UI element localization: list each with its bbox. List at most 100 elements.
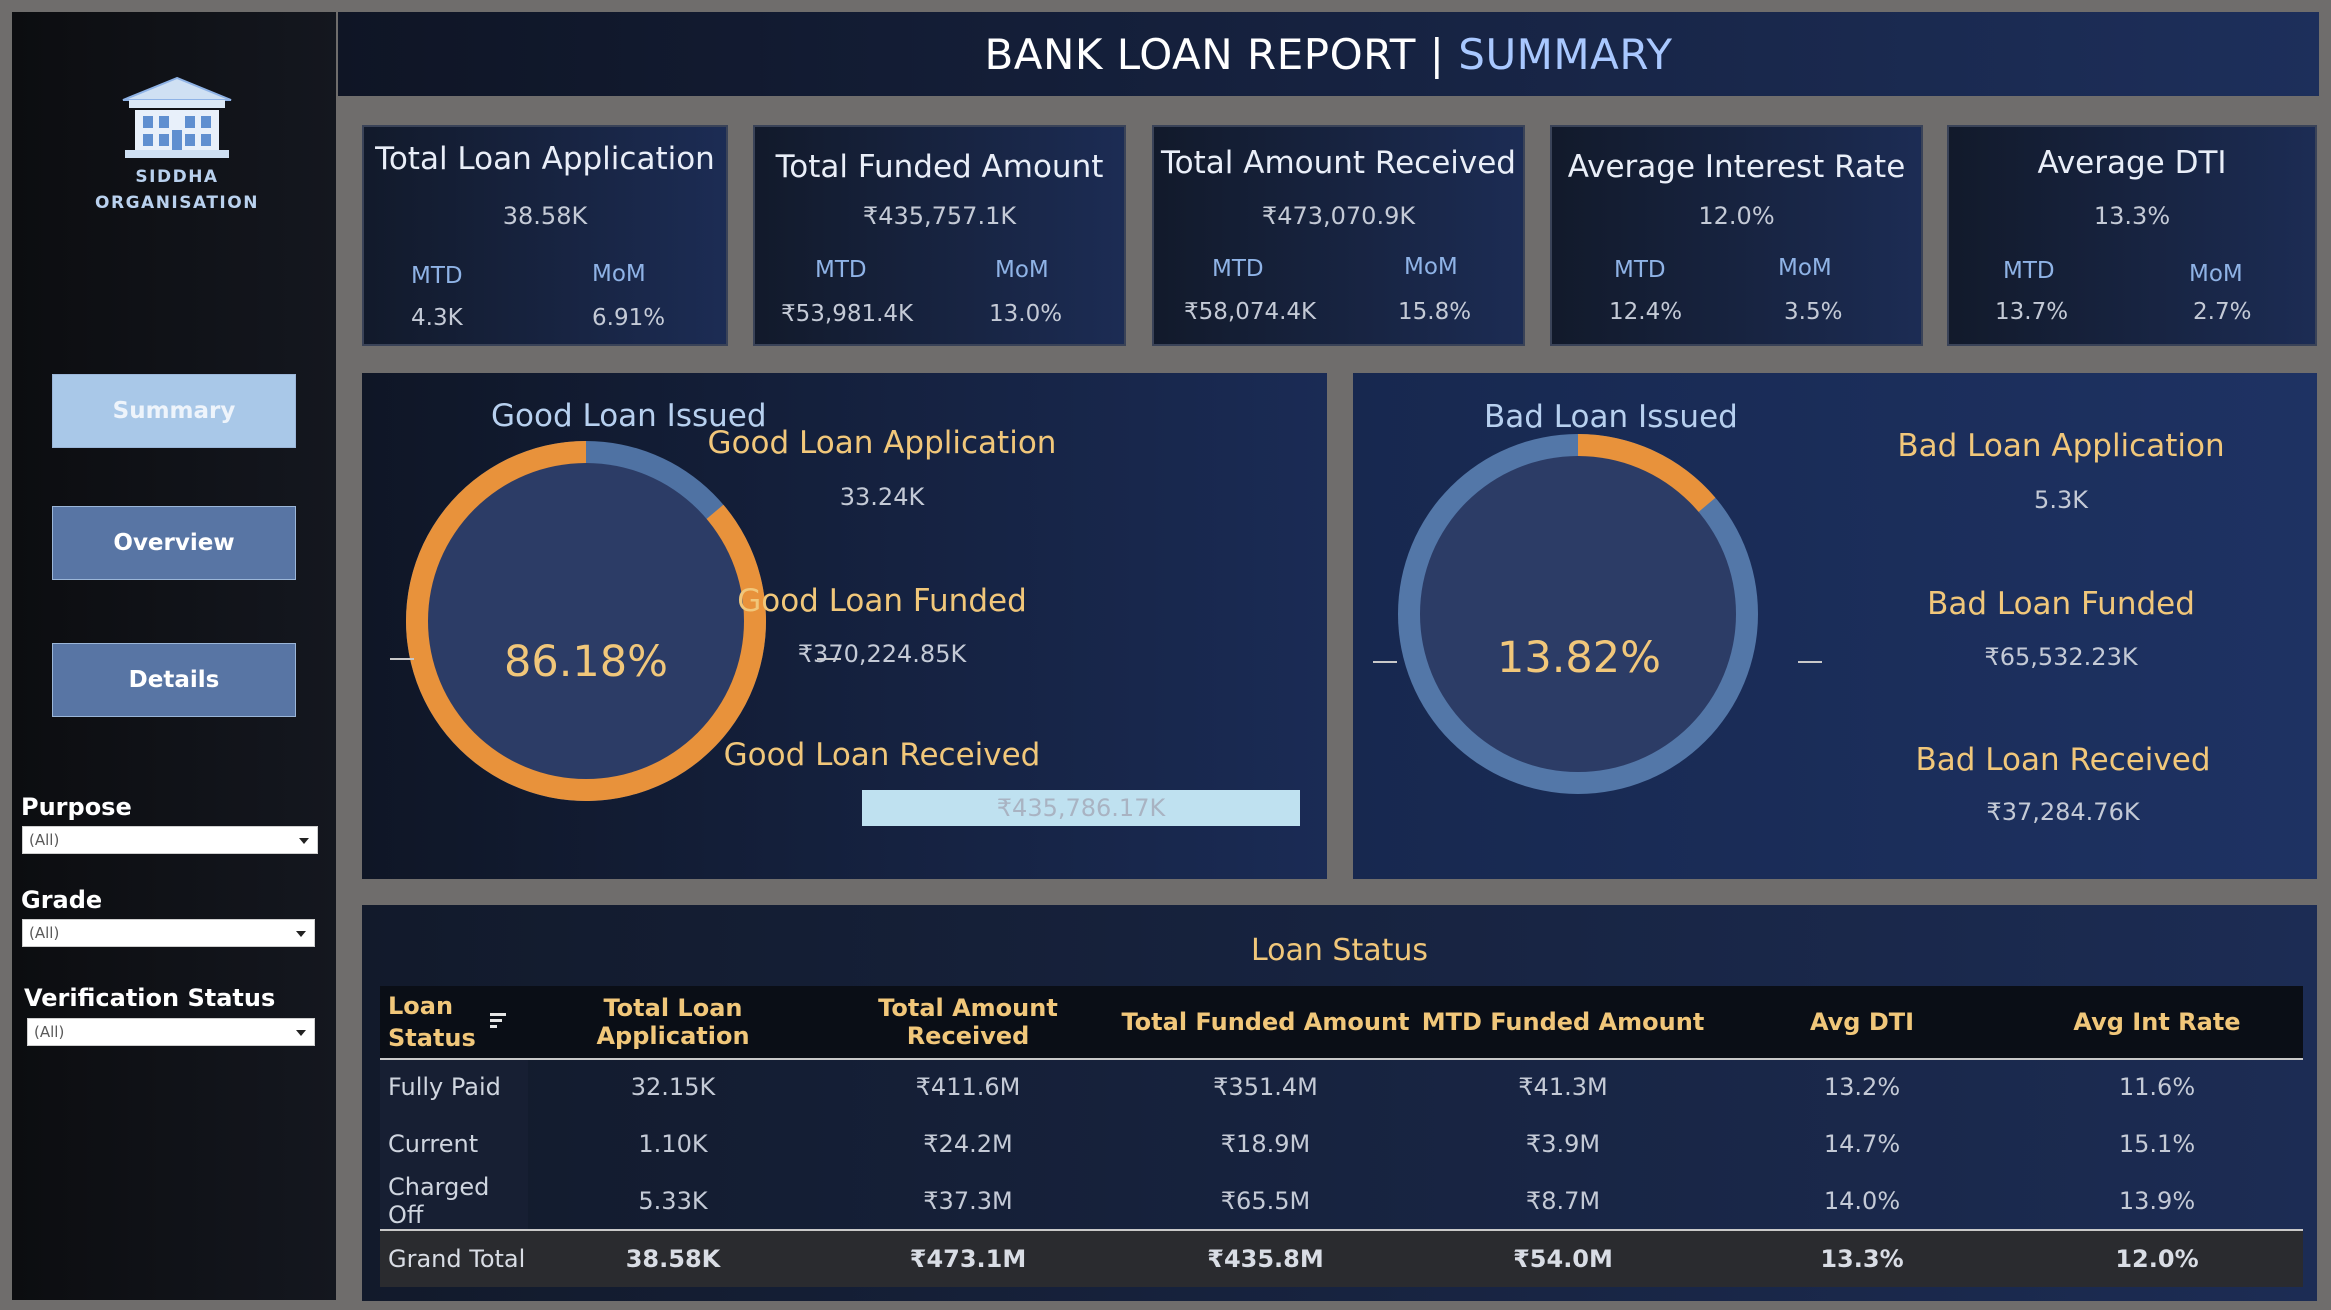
kpi-title: Total Funded Amount xyxy=(775,149,1104,185)
table-cell: 32.15K xyxy=(630,1072,716,1101)
table-cell: 1.10K xyxy=(638,1129,708,1158)
kpi-card-average-dti: Average DTI 13.3% MTD 13.7% MoM 2.7% xyxy=(1947,125,2317,346)
row-label: Current xyxy=(380,1115,528,1172)
purpose-filter-select[interactable]: (All) xyxy=(22,826,318,854)
kpi-title: Average Interest Rate xyxy=(1567,149,1906,185)
bad-loan-percentage: 13.82% xyxy=(1497,633,1661,683)
report-title-bar: BANK LOAN REPORT | SUMMARY xyxy=(338,12,2319,96)
column-header-loan-status[interactable]: Loan Status xyxy=(380,986,528,1058)
kpi-mom-label: MoM xyxy=(592,261,646,287)
table-cell: ₹3.9M xyxy=(1525,1129,1601,1158)
nav-overview-button[interactable]: Overview xyxy=(52,506,296,580)
kpi-mom-label: MoM xyxy=(1778,255,1832,281)
table-cell: 13.9% xyxy=(2118,1186,2196,1215)
kpi-title: Average DTI xyxy=(2037,145,2227,181)
table-cell: 14.0% xyxy=(1823,1186,1901,1215)
sort-icon[interactable] xyxy=(488,1012,508,1030)
chevron-down-icon xyxy=(299,838,309,844)
bad-loan-panel: Bad Loan Issued 13.82% Bad Loan Applicat… xyxy=(1353,373,2317,879)
table-cell: ₹8.7M xyxy=(1525,1186,1601,1215)
row-label: Grand Total xyxy=(380,1229,528,1287)
kpi-mom-label: MoM xyxy=(2189,261,2243,287)
good-loan-funded-title: Good Loan Funded xyxy=(737,583,1027,619)
selected-value-highlight[interactable]: ₹435,786.17K xyxy=(862,790,1300,826)
table-cell: 11.6% xyxy=(2118,1072,2196,1101)
column-header[interactable]: Total Loan Application xyxy=(528,986,818,1058)
good-loan-received-title: Good Loan Received xyxy=(723,737,1041,773)
kpi-mtd-value: 12.4% xyxy=(1609,299,1683,325)
good-loan-funded-value: ₹370,224.85K xyxy=(797,640,967,668)
logo-name-line2: ORGANISATION xyxy=(95,193,259,213)
purpose-filter-value: (All) xyxy=(29,831,60,849)
kpi-mom-value: 3.5% xyxy=(1784,299,1843,325)
kpi-mom-label: MoM xyxy=(1404,254,1458,280)
kpi-mom-value: 6.91% xyxy=(592,305,666,331)
chevron-down-icon xyxy=(296,1030,306,1036)
table-cell: ₹54.0M xyxy=(1413,1229,1713,1287)
column-header[interactable]: Avg DTI xyxy=(1713,986,2011,1058)
nav-details-button[interactable]: Details xyxy=(52,643,296,717)
kpi-title: Total Loan Application xyxy=(375,141,715,177)
grade-filter-label: Grade xyxy=(21,886,103,914)
loan-status-title: Loan Status xyxy=(1250,933,1429,968)
header-line1: Loan xyxy=(388,992,454,1020)
table-cell: 38.58K xyxy=(528,1229,818,1287)
verification-status-filter-select[interactable]: (All) xyxy=(27,1018,315,1046)
kpi-card-total-funded-amount: Total Funded Amount ₹435,757.1K MTD ₹53,… xyxy=(753,125,1126,346)
good-loan-application-title: Good Loan Application xyxy=(707,425,1057,461)
kpi-card-total-amount-received: Total Amount Received ₹473,070.9K MTD ₹5… xyxy=(1152,125,1525,346)
kpi-mtd-label: MTD xyxy=(1212,256,1264,282)
kpi-mom-value: 13.0% xyxy=(989,301,1063,327)
kpi-card-average-interest-rate: Average Interest Rate 12.0% MTD 12.4% Mo… xyxy=(1550,125,1923,346)
header-divider xyxy=(380,1058,2303,1060)
kpi-mtd-value: 13.7% xyxy=(1995,299,2069,325)
bank-building-icon xyxy=(122,76,232,158)
column-header[interactable]: Total Funded Amount xyxy=(1118,986,1413,1058)
kpi-mtd-label: MTD xyxy=(411,263,463,289)
grade-filter-select[interactable]: (All) xyxy=(22,919,315,947)
good-loan-received-value: ₹435,786.17K xyxy=(996,794,1166,822)
bad-loan-funded-value: ₹65,532.23K xyxy=(1984,643,2138,671)
kpi-value: 13.3% xyxy=(2093,202,2171,230)
row-label: Fully Paid xyxy=(380,1058,528,1115)
column-header[interactable]: Avg Int Rate xyxy=(2011,986,2303,1058)
row-label: Charged Off xyxy=(380,1172,528,1230)
loan-status-table: Loan Status Total Loan Application Total… xyxy=(380,986,2303,1287)
table-cell: ₹18.9M xyxy=(1220,1129,1311,1158)
nav-summary-button[interactable]: Summary xyxy=(52,374,296,448)
kpi-value: ₹473,070.9K xyxy=(1261,202,1416,230)
loan-status-panel: Loan Status Loan Status Total Loan Appli… xyxy=(362,905,2317,1301)
good-loan-application-value: 33.24K xyxy=(839,483,925,511)
table-row: Charged Off 5.33K ₹37.3M ₹65.5M ₹8.7M 14… xyxy=(380,1172,2303,1230)
bad-loan-funded-title: Bad Loan Funded xyxy=(1927,586,2195,622)
kpi-mtd-label: MTD xyxy=(2003,258,2055,284)
table-header-row: Loan Status Total Loan Application Total… xyxy=(380,986,2303,1058)
table-cell: 13.2% xyxy=(1823,1072,1901,1101)
table-cell: 12.0% xyxy=(2011,1229,2303,1287)
grand-total-row: Grand Total 38.58K ₹473.1M ₹435.8M ₹54.0… xyxy=(380,1229,2303,1287)
table-cell: ₹473.1M xyxy=(818,1229,1118,1287)
grade-filter-value: (All) xyxy=(29,924,60,942)
kpi-mom-label: MoM xyxy=(995,257,1049,283)
logo-name-line1: SIDDHA xyxy=(135,167,219,187)
report-title: BANK LOAN REPORT | xyxy=(984,29,1459,79)
kpi-value: 12.0% xyxy=(1698,202,1775,230)
report-subtitle: SUMMARY xyxy=(1458,29,1673,79)
donut-left-tick xyxy=(1373,661,1397,663)
kpi-title: Total Amount Received xyxy=(1161,145,1516,181)
column-header[interactable]: MTD Funded Amount xyxy=(1413,986,1713,1058)
kpi-mtd-label: MTD xyxy=(815,257,867,283)
bad-loan-received-title: Bad Loan Received xyxy=(1915,742,2211,778)
sidebar: SIDDHA ORGANISATION Summary Overview Det… xyxy=(12,12,336,1300)
table-cell: 5.33K xyxy=(638,1186,708,1215)
table-cell: 15.1% xyxy=(2118,1129,2196,1158)
kpi-mtd-value: 4.3K xyxy=(411,305,463,331)
kpi-mom-value: 2.7% xyxy=(2193,299,2252,325)
table-cell: ₹435.8M xyxy=(1118,1229,1413,1287)
table-cell: ₹351.4M xyxy=(1213,1072,1318,1101)
header-line2: Status xyxy=(388,1024,476,1052)
column-header[interactable]: Total Amount Received xyxy=(818,986,1118,1058)
purpose-filter-label: Purpose xyxy=(21,793,132,821)
good-loan-panel: Good Loan Issued 86.18% Good Loan Applic… xyxy=(362,373,1327,879)
kpi-value: 38.58K xyxy=(502,202,588,230)
